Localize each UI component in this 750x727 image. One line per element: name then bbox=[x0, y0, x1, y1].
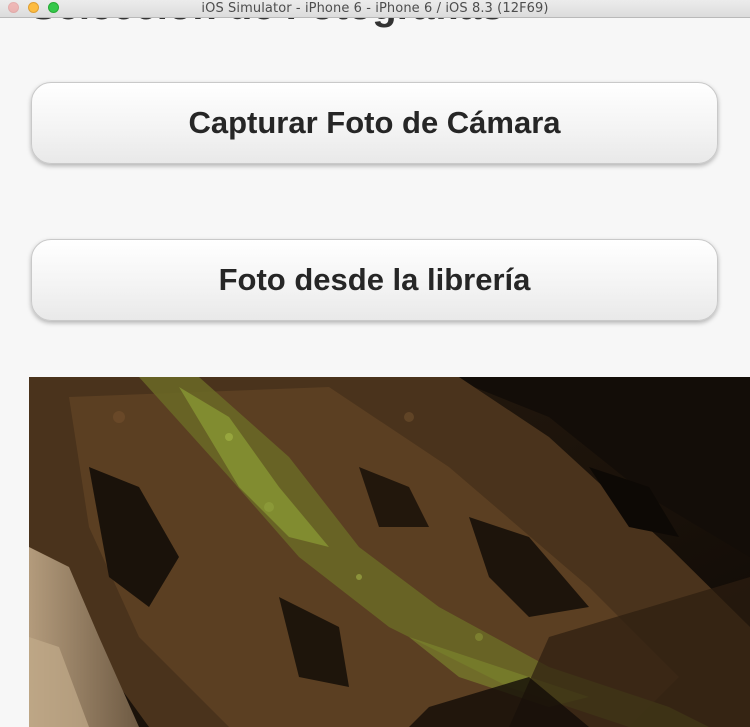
window-title: iOS Simulator - iPhone 6 - iPhone 6 / iO… bbox=[201, 1, 549, 16]
selected-photo bbox=[29, 377, 750, 727]
title-bar: iOS Simulator - iPhone 6 - iPhone 6 / iO… bbox=[0, 0, 750, 18]
app-screen: Selección de Fotografías Capturar Foto d… bbox=[0, 0, 750, 727]
photo-from-library-button[interactable]: Foto desde la librería bbox=[31, 239, 718, 321]
simulator-window: iOS Simulator - iPhone 6 - iPhone 6 / iO… bbox=[0, 0, 750, 727]
capture-camera-photo-button[interactable]: Capturar Foto de Cámara bbox=[31, 82, 718, 164]
